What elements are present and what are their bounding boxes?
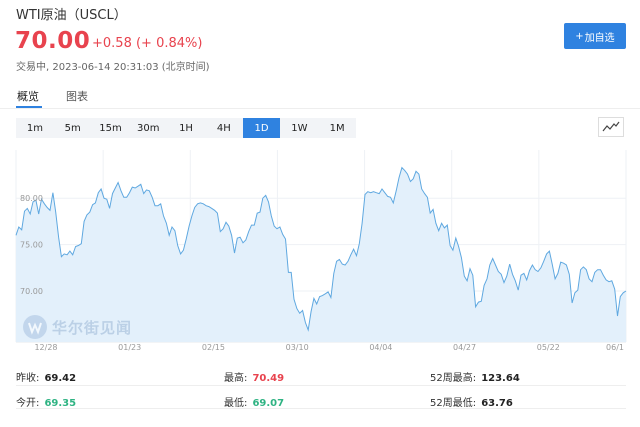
stat-open: 今开: 69.35 [16,391,76,410]
interval-1mo[interactable]: 1M [318,118,356,138]
stat-52wk-low-value: 63.76 [481,398,513,409]
x-tick-label: 04/27 [453,343,476,352]
interval-1h[interactable]: 1H [167,118,205,138]
price-change: +0.58 (+ 0.84%) [92,36,203,51]
watermark: 华尔街见闻 [22,314,132,340]
stat-52wk-low-label: 52周最低: [430,398,477,409]
x-tick-label: 02/15 [202,343,225,352]
interval-5m[interactable]: 5m [54,118,92,138]
tab-divider [0,108,640,109]
stat-52wk-high: 52周最高: 123.64 [430,366,520,385]
interval-30m[interactable]: 30m [129,118,167,138]
x-tick-label: 03/10 [286,343,309,352]
stat-52wk-high-label: 52周最高: [430,373,477,384]
stats-row-divider [16,385,626,386]
active-tab-indicator [16,106,42,108]
interval-15m[interactable]: 15m [92,118,130,138]
last-price: 70.00 [15,28,91,54]
x-tick-label: 04/04 [369,343,392,352]
interval-4h[interactable]: 4H [205,118,243,138]
add-to-watchlist-label: 加自选 [584,32,615,44]
y-tick-label: 70.00 [20,287,43,296]
stat-low-label: 最低: [224,398,248,409]
x-tick-label: 05/22 [537,343,560,352]
stat-high-label: 最高: [224,373,248,384]
x-tick-label: 12/28 [34,343,57,352]
stat-prev-close-value: 69.42 [44,373,77,384]
tab-chart[interactable]: 图表 [66,88,88,104]
stat-open-value: 69.35 [44,398,77,409]
y-tick-label: 75.00 [20,241,43,250]
stat-prev-close-label: 昨收: [16,373,40,384]
interval-selector: 1m 5m 15m 30m 1H 4H 1D 1W 1M [16,118,356,138]
stat-high-value: 70.49 [252,373,285,384]
stat-low: 最低: 69.07 [224,391,284,410]
chart-type-button[interactable] [598,117,624,137]
watermark-logo-icon [23,315,47,339]
stat-52wk-high-value: 123.64 [481,373,520,384]
line-chart-icon [602,121,620,132]
stat-prev-close: 昨收: 69.42 [16,366,76,385]
tab-overview[interactable]: 概览 [17,88,39,104]
interval-1w[interactable]: 1W [280,118,318,138]
stat-52wk-low: 52周最低: 63.76 [430,391,513,410]
stat-low-value: 69.07 [252,398,285,409]
stat-high: 最高: 70.49 [224,366,284,385]
plus-icon: + [575,30,584,42]
x-tick-label: 06/1 [606,343,624,352]
interval-1m[interactable]: 1m [16,118,54,138]
trading-status: 交易中, 2023-06-14 20:31:03 (北京时间) [16,62,210,73]
y-tick-label: 80.00 [20,194,43,203]
x-tick-label: 01/23 [118,343,141,352]
interval-1d[interactable]: 1D [242,118,281,138]
stat-open-label: 今开: [16,398,40,409]
watermark-text: 华尔街见闻 [52,318,133,337]
stats-bottom-divider [16,408,626,409]
add-to-watchlist-button[interactable]: + 加自选 [564,23,626,49]
instrument-title: WTI原油（USCL） [16,8,127,23]
